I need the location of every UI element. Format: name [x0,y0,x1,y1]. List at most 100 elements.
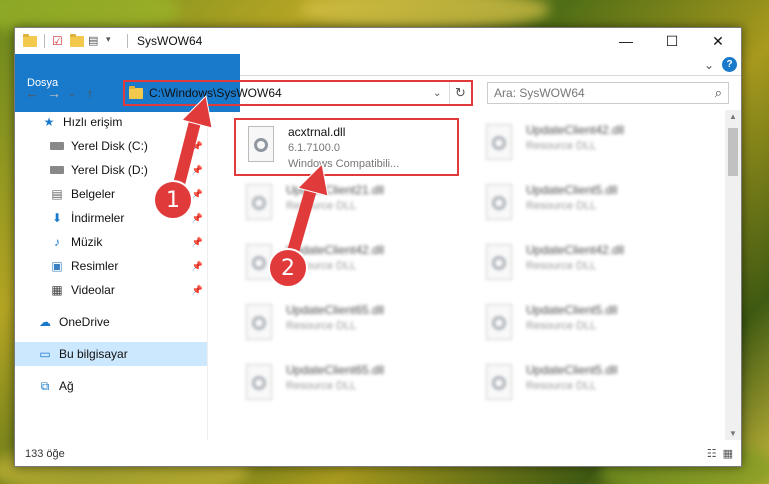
vertical-scrollbar[interactable]: ▲ ▼ [725,110,741,440]
file-meta: UpdateClient65.dll Resource DLL [286,298,384,334]
search-input[interactable]: Ara: SysWOW64 [494,86,715,100]
explorer-window: ☑ ▤ ▾ SysWOW64 — ☐ ✕ DosyaGirişPaylaşGör… [14,27,742,467]
documents-icon: ▤ [51,187,63,201]
sidebar-item-label: Yerel Disk (D:) [71,163,148,177]
file-meta: UpdateClient65.dll Resource DLL [286,358,384,394]
status-bar: 133 öğe ☷ ▦ [15,442,741,466]
callout-2: 2 [268,248,308,288]
back-button[interactable]: ← [21,85,43,101]
sidebar-item-label: Belgeler [71,187,116,201]
quick-access-toolbar: ☑ ▤ ▾ [15,33,131,48]
title-bar: ☑ ▤ ▾ SysWOW64 — ☐ ✕ [15,28,741,54]
view-switcher: ☷ ▦ [707,447,733,460]
up-button[interactable]: ↑ [79,85,101,101]
file-version: Resource DLL [526,140,597,152]
large-icons-view-icon[interactable]: ▦ [723,447,733,460]
file-version: 6.1.7100.0 [288,142,340,154]
sidebar-item-label: Videolar [71,283,115,297]
details-view-icon[interactable]: ☷ [707,447,717,460]
scrollbar-thumb[interactable] [728,128,738,176]
sidebar-item-resimler[interactable]: ▣ Resimler 📌 [15,254,207,278]
dll-file-icon [482,184,516,224]
sidebar-item-müzik[interactable]: ♪ Müzik 📌 [15,230,207,254]
file-item[interactable]: UpdateClient65.dll Resource DLL [234,298,459,356]
file-version: Resource DLL [286,320,357,332]
dll-file-icon [242,304,276,344]
sidebar-item-yerel-disk-c-[interactable]: Yerel Disk (C:) 📌 [15,134,207,158]
folder-icon [23,33,37,47]
sidebar-item-yerel-disk-d-[interactable]: Yerel Disk (D:) 📌 [15,158,207,182]
sidebar-item-hızlı-erişim[interactable]: ★ Hızlı erişim [15,110,207,134]
customize-toolbar-icon[interactable]: ▤ [88,34,102,48]
file-meta: UpdateClient5.dll Resource DLL [526,178,617,214]
file-name: UpdateClient42.dll [526,123,625,137]
dll-file-icon [482,124,516,164]
dll-file-icon [482,364,516,404]
scroll-down-icon[interactable]: ▼ [725,429,741,438]
sidebar-item-onedrive[interactable]: ☁ OneDrive [15,310,207,334]
file-name: UpdateClient42.dll [526,243,625,257]
close-button[interactable]: ✕ [695,28,741,54]
help-icon[interactable]: ? [722,57,737,72]
navigation-bar: ← → ⌄ ↑ C:\Windows\SysWOW64 ⌄ ↻ Ara: Sys… [15,76,741,110]
address-path[interactable]: C:\Windows\SysWOW64 [149,86,433,100]
file-name: UpdateClient21.dll [286,183,385,197]
refresh-icon[interactable]: ↻ [449,82,471,104]
file-name: UpdateClient65.dll [286,363,385,377]
network-icon: ⧉ [40,378,50,393]
file-item[interactable]: UpdateClient5.dll Resource DLL [474,298,699,356]
file-version: Resource DLL [526,320,597,332]
computer-icon: ▭ [39,347,51,361]
sidebar-item-label: Resimler [71,259,119,273]
file-meta: UpdateClient5.dll Resource DLL [526,358,617,394]
forward-button[interactable]: → [43,85,65,101]
file-item[interactable]: UpdateClient65.dll Resource DLL [234,358,459,416]
pin-icon: 📌 [191,188,203,199]
drive-icon [49,163,65,177]
file-name: UpdateClient5.dll [526,303,618,317]
search-box[interactable]: Ara: SysWOW64 ⌕ [487,82,729,104]
ribbon-right: ⌄ ? [704,57,737,72]
properties-icon[interactable]: ☑ [52,34,66,48]
recent-locations-button[interactable]: ⌄ [65,88,79,99]
file-item[interactable]: UpdateClient21.dll Resource DLL [234,178,459,236]
file-version: Resource DLL [526,260,597,272]
file-version: Resource DLL [286,200,357,212]
downloads-icon: ⬇ [51,211,63,225]
file-version: Resource DLL [526,200,597,212]
folder-icon [129,85,143,99]
file-item[interactable]: UpdateClient42.dll Resource DLL [474,118,699,176]
sidebar-item-ağ[interactable]: ⧉ Ağ [15,374,207,398]
drive-icon [49,139,65,153]
chevron-down-icon[interactable]: ▾ [106,34,120,48]
pin-icon: 📌 [191,164,203,175]
dll-file-icon [244,126,278,166]
file-item[interactable]: UpdateClient5.dll Resource DLL [474,358,699,416]
file-meta: UpdateClient5.dll Resource DLL [526,298,617,334]
expand-ribbon-icon[interactable]: ⌄ [704,58,714,72]
new-folder-icon[interactable] [70,33,84,47]
minimize-button[interactable]: — [603,28,649,54]
callout-1: 1 [153,180,193,220]
file-item[interactable]: UpdateClient42.dll Resource DLL [474,238,699,296]
star-icon: ★ [43,115,55,129]
file-item[interactable]: acxtrnal.dll 6.1.7100.0 Windows Compatibil… [234,118,459,176]
file-meta: UpdateClient42.dll Resource DLL [526,118,624,154]
videos-icon: ▦ [51,283,63,297]
address-bar[interactable]: C:\Windows\SysWOW64 ⌄ ↻ [123,80,473,106]
pin-icon: 📌 [191,140,203,151]
sidebar-item-bu-bilgisayar[interactable]: ▭ Bu bilgisayar [15,342,207,366]
file-item[interactable]: UpdateClient5.dll Resource DLL [474,178,699,236]
address-dropdown-icon[interactable]: ⌄ [433,88,449,99]
sidebar-item-videolar[interactable]: ▦ Videolar 📌 [15,278,207,302]
window-controls: — ☐ ✕ [603,28,741,54]
maximize-button[interactable]: ☐ [649,28,695,54]
pictures-icon: ▣ [51,259,63,273]
sidebar-item-label: Yerel Disk (C:) [71,139,148,153]
dll-file-icon [242,364,276,404]
search-icon[interactable]: ⌕ [715,85,722,101]
item-count: 133 öğe [25,448,65,460]
scroll-up-icon[interactable]: ▲ [725,112,741,121]
pin-icon: 📌 [191,212,203,223]
divider [44,34,45,48]
